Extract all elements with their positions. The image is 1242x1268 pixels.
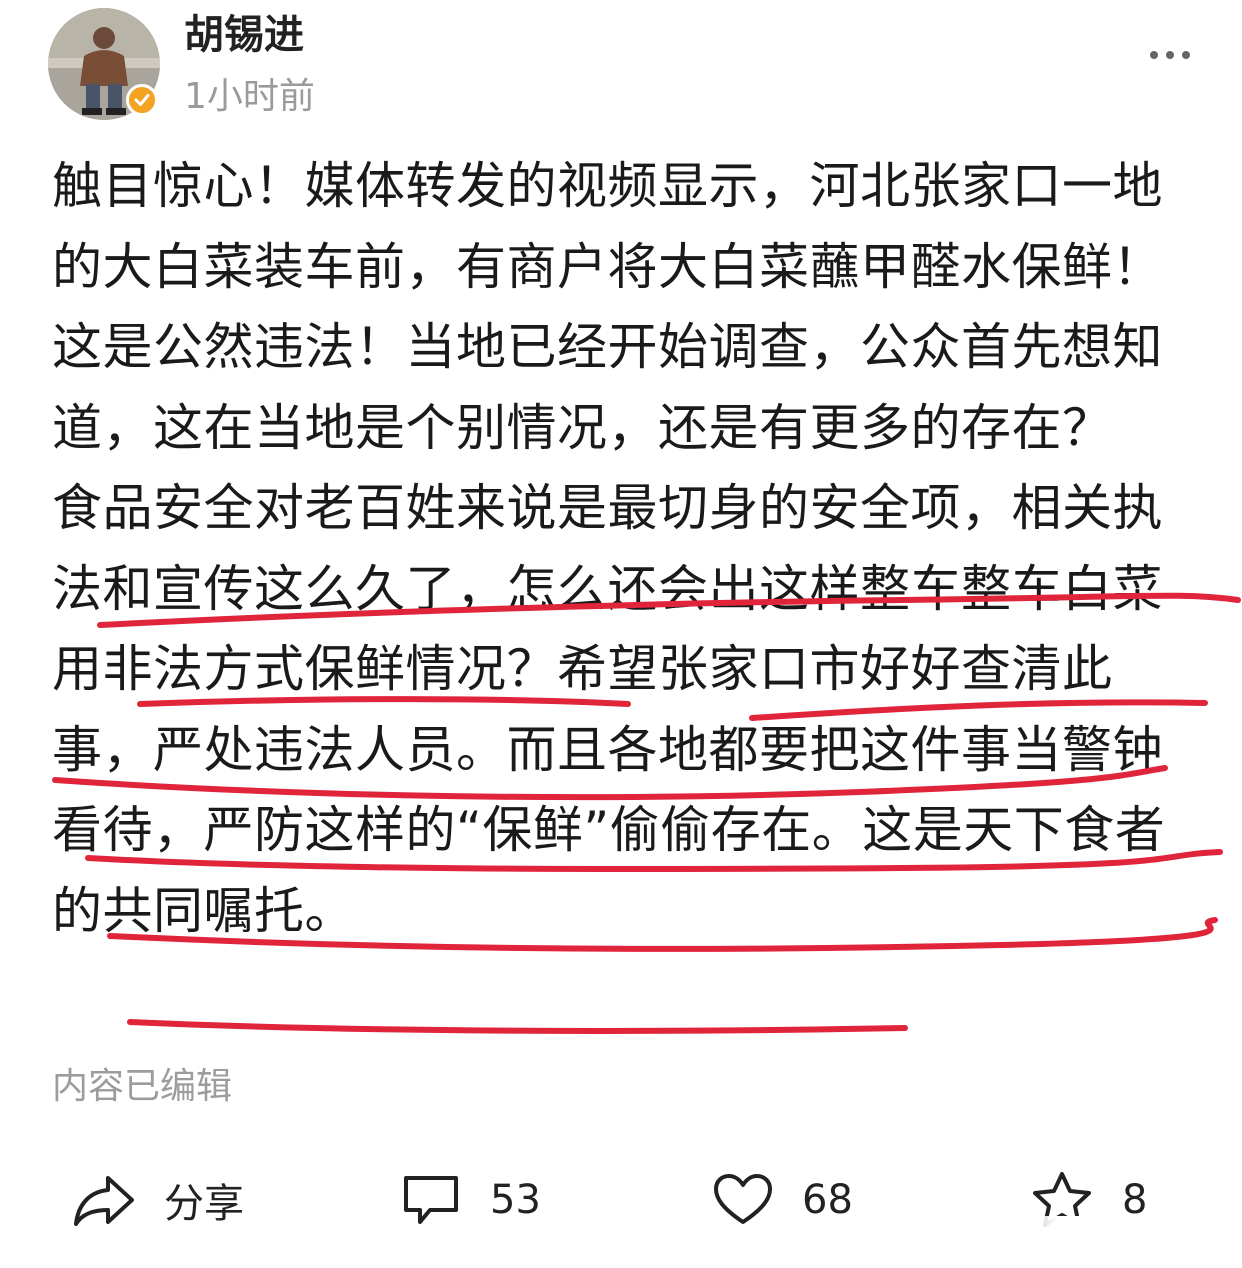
like-button[interactable]: 68 bbox=[712, 1160, 853, 1240]
share-label: 分享 bbox=[164, 1181, 244, 1227]
comment-icon bbox=[404, 1176, 458, 1224]
author-name[interactable]: 胡锡进 bbox=[184, 10, 304, 60]
share-button[interactable]: 分享 bbox=[72, 1160, 244, 1240]
post-paragraph: 触目惊心！媒体转发的视频显示，河北张家口一地的大白菜装车前，有商户将大白菜蘸甲醛… bbox=[52, 157, 1163, 457]
verified-badge-icon bbox=[126, 84, 158, 116]
bottom-fade bbox=[950, 1216, 1220, 1228]
post-paragraph: 食品安全对老百姓来说是最切身的安全项，相关执法和宣传这么久了，怎么还会出这样整车… bbox=[52, 479, 1166, 940]
favorite-button[interactable]: 8 bbox=[1030, 1160, 1147, 1240]
like-count: 68 bbox=[802, 1177, 853, 1223]
share-icon bbox=[74, 1176, 134, 1226]
edited-note: 内容已编辑 bbox=[52, 1066, 233, 1107]
comment-button[interactable]: 53 bbox=[400, 1160, 541, 1240]
post-content: 触目惊心！媒体转发的视频显示，河北张家口一地的大白菜装车前，有商户将大白菜蘸甲醛… bbox=[52, 146, 1202, 951]
comment-count: 53 bbox=[490, 1177, 541, 1223]
action-bar: 分享 53 68 8 bbox=[0, 1160, 1242, 1240]
more-icon[interactable] bbox=[1146, 40, 1194, 70]
annotation-stroke bbox=[127, 1019, 908, 1034]
post-time: 1小时前 bbox=[184, 76, 315, 117]
heart-icon bbox=[714, 1174, 772, 1224]
post-header: 胡锡进 1小时前 bbox=[0, 0, 1242, 130]
